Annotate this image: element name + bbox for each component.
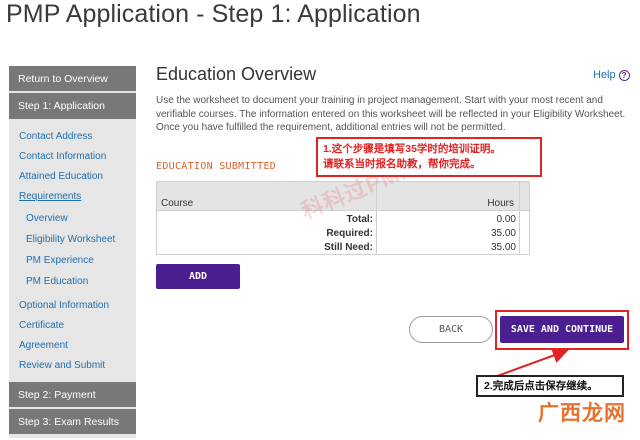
annotation-arrow (477, 347, 569, 384)
annotation-note-2: 2.完成后点击保存继续。 (476, 375, 624, 397)
brand-watermark: 广西龙网 (538, 402, 626, 425)
